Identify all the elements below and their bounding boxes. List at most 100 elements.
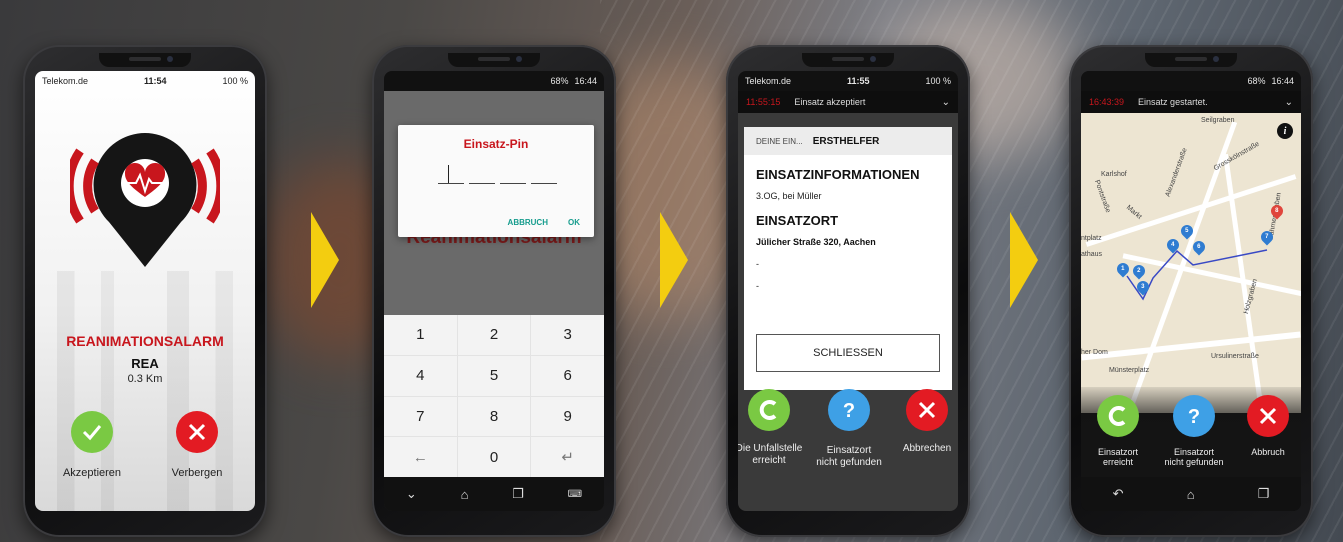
- checkmark-icon: [82, 425, 102, 441]
- text-cursor: [448, 165, 449, 183]
- cancel-label: Abbrechen: [902, 443, 952, 454]
- signal-level: 68%: [1247, 76, 1266, 86]
- phone-map-screen: 68% 16:44 16:43:39 Einsatz gestartet. ⌄ …: [1069, 45, 1313, 537]
- clock: 11:54: [143, 76, 167, 86]
- mission-status: Einsatz gestartet.: [1138, 97, 1208, 107]
- close-button[interactable]: SCHLIESSEN: [756, 334, 940, 372]
- dialog-title: Einsatz-Pin: [463, 137, 529, 151]
- carrier: Telekom.de: [745, 76, 792, 86]
- clock: 11:55: [846, 76, 870, 86]
- key-4[interactable]: 4: [384, 355, 457, 396]
- enter-key-icon[interactable]: ↵: [531, 437, 604, 477]
- status-bar: 68% 16:44: [384, 71, 604, 91]
- decline-label: Verbergen: [171, 467, 223, 479]
- location-c-icon: [1108, 406, 1126, 426]
- decline-button[interactable]: [176, 411, 218, 453]
- phone-pin-screen: 68% 16:44 Reanimationsalarm Einsatz-Pin …: [372, 45, 616, 537]
- pin-dialog: Einsatz-Pin ABBRUCH OK: [398, 125, 594, 237]
- question-icon: ?: [1188, 406, 1200, 428]
- key-9[interactable]: 9: [531, 396, 604, 437]
- screen: 68% 16:44 16:43:39 Einsatz gestartet. ⌄ …: [1081, 71, 1301, 511]
- status-bar: Telekom.de 11:54 100 %: [35, 71, 255, 91]
- mission-timer: 16:43:39: [1089, 97, 1125, 107]
- section-heading: EINSATZORT: [756, 213, 839, 228]
- backspace-key-icon[interactable]: ←: [384, 437, 457, 477]
- route-map[interactable]: Seilgraben Karlshof Grosskölnstraße Pont…: [1081, 113, 1301, 413]
- clock: 16:44: [574, 76, 597, 86]
- signal-level: 68%: [550, 76, 569, 86]
- svg-text:?: ?: [1188, 406, 1200, 428]
- info-text: 3.OG, bei Müller: [756, 191, 822, 201]
- key-3[interactable]: 3: [531, 315, 604, 355]
- alarm-distance: 0.3 Km: [127, 373, 163, 385]
- phone-notch: [99, 53, 191, 67]
- screen: 68% 16:44 Reanimationsalarm Einsatz-Pin …: [384, 71, 604, 511]
- hide-keyboard-icon[interactable]: ⌄: [406, 486, 417, 502]
- keyboard-icon[interactable]: ⌨: [568, 489, 582, 500]
- recent-apps-icon[interactable]: ❐: [512, 486, 524, 502]
- battery-level: 100 %: [925, 76, 951, 86]
- accept-button[interactable]: [71, 411, 113, 453]
- cancel-button[interactable]: ABBRUCH: [508, 218, 548, 227]
- abort-label: Abbruch: [1251, 447, 1285, 457]
- phone-info-screen: Telekom.de 11:55 100 % 11:55:15 Einsatz …: [726, 45, 970, 537]
- pin-digit-slot[interactable]: [500, 183, 526, 184]
- section-heading: EINSATZINFORMATIONEN: [756, 167, 920, 182]
- info-icon[interactable]: i: [1277, 123, 1293, 139]
- recent-apps-icon[interactable]: ❐: [1258, 486, 1270, 502]
- arrived-button[interactable]: [1097, 395, 1139, 437]
- next-step-arrow-icon: [660, 212, 688, 308]
- phone-notch: [802, 53, 894, 67]
- svg-text:?: ?: [843, 400, 855, 422]
- cancel-mission-button[interactable]: [906, 389, 948, 431]
- close-icon: [1259, 407, 1277, 425]
- ok-button[interactable]: OK: [568, 218, 580, 227]
- not-found-label: Einsatzort nicht gefunden: [1164, 447, 1224, 468]
- heart-pulse-location-icon: [70, 133, 220, 267]
- pin-digit-slot[interactable]: [438, 183, 464, 184]
- screen: Telekom.de 11:55 100 % 11:55:15 Einsatz …: [738, 71, 958, 511]
- status-bar: Telekom.de 11:55 100 %: [738, 71, 958, 91]
- key-2[interactable]: 2: [457, 315, 531, 355]
- not-found-button[interactable]: ?: [828, 389, 870, 431]
- clock: 16:44: [1271, 76, 1294, 86]
- mission-info-card: DEINE EIN... ERSTHELFER EINSATZINFORMATI…: [744, 127, 952, 390]
- key-1[interactable]: 1: [384, 315, 457, 355]
- battery-level: 100 %: [222, 76, 248, 86]
- chevron-down-icon[interactable]: ⌄: [1285, 97, 1293, 108]
- location-c-icon: [759, 400, 777, 420]
- system-nav-bar: ↶ ⌂ ❐: [1081, 477, 1301, 511]
- empty-field: -: [756, 259, 759, 269]
- not-found-button[interactable]: ?: [1173, 395, 1215, 437]
- back-icon[interactable]: ↶: [1113, 486, 1124, 502]
- phone-notch: [448, 53, 540, 67]
- close-icon: [188, 423, 206, 441]
- key-0[interactable]: 0: [457, 437, 531, 477]
- arrived-button[interactable]: [748, 389, 790, 431]
- phone-notch: [1145, 53, 1237, 67]
- empty-field: -: [756, 281, 759, 291]
- key-8[interactable]: 8: [457, 396, 531, 437]
- route-line: [1126, 249, 1268, 301]
- status-bar: 68% 16:44: [1081, 71, 1301, 91]
- tab-mission[interactable]: DEINE EIN...: [756, 137, 803, 146]
- arrived-label: Die Unfallstelle erreicht: [738, 443, 803, 466]
- pin-digit-slot[interactable]: [531, 183, 557, 184]
- chevron-down-icon[interactable]: ⌄: [942, 97, 950, 108]
- mission-header: 16:43:39 Einsatz gestartet. ⌄: [1081, 91, 1301, 113]
- key-5[interactable]: 5: [457, 355, 531, 396]
- address-text: Jülicher Straße 320, Aachen: [756, 237, 876, 247]
- abort-button[interactable]: [1247, 395, 1289, 437]
- home-icon[interactable]: ⌂: [461, 487, 469, 502]
- mission-header: 11:55:15 Einsatz akzeptiert ⌄: [738, 91, 958, 113]
- accept-label: Akzeptieren: [62, 467, 122, 479]
- next-step-arrow-icon: [1010, 212, 1038, 308]
- pin-digit-slot[interactable]: [469, 183, 495, 184]
- alarm-code: REA: [131, 356, 159, 371]
- screen: Telekom.de 11:54 100 % REANIMATIONSALARM…: [35, 71, 255, 511]
- pin-input[interactable]: [438, 183, 557, 184]
- key-7[interactable]: 7: [384, 396, 457, 437]
- key-6[interactable]: 6: [531, 355, 604, 396]
- tab-first-responder[interactable]: ERSTHELFER: [813, 136, 880, 147]
- home-icon[interactable]: ⌂: [1187, 487, 1195, 502]
